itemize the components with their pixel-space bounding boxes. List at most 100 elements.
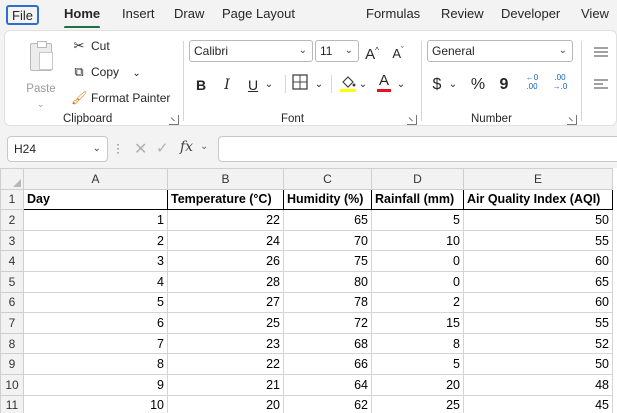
cell[interactable]: 65 — [283, 209, 372, 231]
tab-developer[interactable]: Developer — [497, 5, 564, 25]
cell[interactable]: 48 — [463, 373, 613, 396]
row-header[interactable]: 9 — [0, 353, 24, 375]
decrease-font-size-button[interactable]: Aˇ — [389, 41, 407, 61]
formula-input[interactable] — [218, 136, 617, 162]
tab-insert[interactable]: Insert — [118, 5, 159, 25]
clipboard-launcher-icon[interactable] — [169, 115, 179, 125]
cell[interactable]: 65 — [463, 270, 613, 293]
column-header-d[interactable]: D — [371, 168, 464, 190]
tab-page-layout[interactable]: Page Layout — [218, 5, 299, 25]
cell[interactable]: 70 — [283, 229, 372, 252]
cell[interactable]: 20 — [371, 373, 464, 396]
font-name-combo[interactable]: Calibri ⌄ — [189, 40, 313, 62]
paste-button[interactable]: Paste ⌄ — [21, 41, 61, 109]
cell[interactable]: 7 — [23, 332, 168, 355]
align-left-button[interactable] — [593, 75, 609, 95]
cell[interactable]: 50 — [463, 209, 613, 231]
chevron-down-icon[interactable]: ⌄ — [357, 75, 369, 95]
cell[interactable]: 2 — [371, 291, 464, 314]
row-header[interactable]: 10 — [0, 373, 24, 396]
cell[interactable]: 55 — [463, 229, 613, 252]
cell[interactable]: 0 — [371, 270, 464, 293]
row-header[interactable]: 5 — [0, 270, 24, 293]
cell[interactable]: 28 — [167, 270, 284, 293]
cell[interactable]: 45 — [463, 394, 613, 413]
cell[interactable]: 78 — [283, 291, 372, 314]
insert-function-icon[interactable]: fx — [180, 139, 193, 155]
cell[interactable]: 10 — [23, 394, 168, 413]
header-cell[interactable]: Day — [23, 188, 168, 211]
chevron-down-icon[interactable]: ⌄ — [313, 75, 325, 95]
currency-button[interactable]: $ — [429, 75, 445, 95]
header-cell[interactable]: Rainfall (mm) — [371, 188, 464, 211]
borders-button[interactable] — [291, 74, 309, 94]
column-header-a[interactable]: A — [23, 168, 168, 190]
copy-button[interactable]: ⧉ Copy ⌄ — [71, 63, 140, 81]
header-cell[interactable]: Temperature (°C) — [167, 188, 284, 211]
cell[interactable]: 72 — [283, 312, 372, 334]
chevron-down-icon[interactable]: ⌄ — [395, 75, 407, 95]
chevron-down-icon[interactable]: ⌄ — [447, 75, 459, 95]
tab-review[interactable]: Review — [437, 5, 488, 25]
number-launcher-icon[interactable] — [567, 115, 577, 125]
cell[interactable]: 3 — [23, 250, 168, 272]
row-header[interactable]: 3 — [0, 229, 24, 252]
cell[interactable]: 22 — [167, 209, 284, 231]
row-header[interactable]: 8 — [0, 332, 24, 355]
bold-button[interactable]: B — [193, 75, 209, 95]
cell[interactable]: 64 — [283, 373, 372, 396]
chevron-down-icon[interactable]: ⌄ — [263, 75, 275, 95]
cell[interactable]: 60 — [463, 291, 613, 314]
cell[interactable]: 80 — [283, 270, 372, 293]
cell[interactable]: 1 — [23, 209, 168, 231]
cell[interactable]: 8 — [23, 353, 168, 375]
cell[interactable]: 68 — [283, 332, 372, 355]
cell[interactable]: 25 — [167, 312, 284, 334]
row-header[interactable]: 4 — [0, 250, 24, 272]
header-cell[interactable]: Humidity (%) — [283, 188, 372, 211]
select-all-corner[interactable] — [0, 168, 24, 190]
cell[interactable]: 9 — [23, 373, 168, 396]
increase-decimal-button[interactable]: ←0.00 — [521, 73, 543, 93]
tab-home[interactable]: Home — [60, 5, 104, 29]
cell[interactable]: 4 — [23, 270, 168, 293]
cell[interactable]: 26 — [167, 250, 284, 272]
tab-draw[interactable]: Draw — [170, 5, 208, 25]
cell[interactable]: 52 — [463, 332, 613, 355]
row-header[interactable]: 1 — [0, 188, 24, 211]
cell[interactable]: 24 — [167, 229, 284, 252]
cell[interactable]: 15 — [371, 312, 464, 334]
cell[interactable]: 22 — [167, 353, 284, 375]
header-cell[interactable]: Air Quality Index (AQI) — [463, 188, 613, 211]
cell[interactable]: 21 — [167, 373, 284, 396]
cell[interactable]: 75 — [283, 250, 372, 272]
align-button[interactable] — [593, 43, 609, 63]
column-header-e[interactable]: E — [463, 168, 613, 190]
cell[interactable]: 25 — [371, 394, 464, 413]
cell[interactable]: 5 — [371, 209, 464, 231]
increase-font-size-button[interactable]: A^ — [363, 41, 381, 63]
cell[interactable]: 62 — [283, 394, 372, 413]
cut-button[interactable]: ✂ Cut — [71, 37, 110, 55]
cell[interactable]: 5 — [371, 353, 464, 375]
cell[interactable]: 10 — [371, 229, 464, 252]
cell[interactable]: 8 — [371, 332, 464, 355]
cell[interactable]: 0 — [371, 250, 464, 272]
name-box[interactable]: H24 ⌄ — [7, 136, 108, 162]
font-color-button[interactable]: A — [375, 71, 393, 92]
cell[interactable]: 60 — [463, 250, 613, 272]
tab-file[interactable]: File — [6, 5, 39, 25]
cell[interactable]: 66 — [283, 353, 372, 375]
cell[interactable]: 23 — [167, 332, 284, 355]
tab-formulas[interactable]: Formulas — [362, 5, 424, 25]
row-header[interactable]: 2 — [0, 209, 24, 231]
comma-style-button[interactable]: 9 — [497, 75, 511, 95]
row-header[interactable]: 11 — [0, 394, 24, 413]
cell[interactable]: 27 — [167, 291, 284, 314]
tab-view[interactable]: View — [577, 5, 613, 25]
column-header-b[interactable]: B — [167, 168, 284, 190]
cell[interactable]: 2 — [23, 229, 168, 252]
number-format-combo[interactable]: General ⌄ — [427, 40, 573, 62]
cell[interactable]: 50 — [463, 353, 613, 375]
cell[interactable]: 20 — [167, 394, 284, 413]
